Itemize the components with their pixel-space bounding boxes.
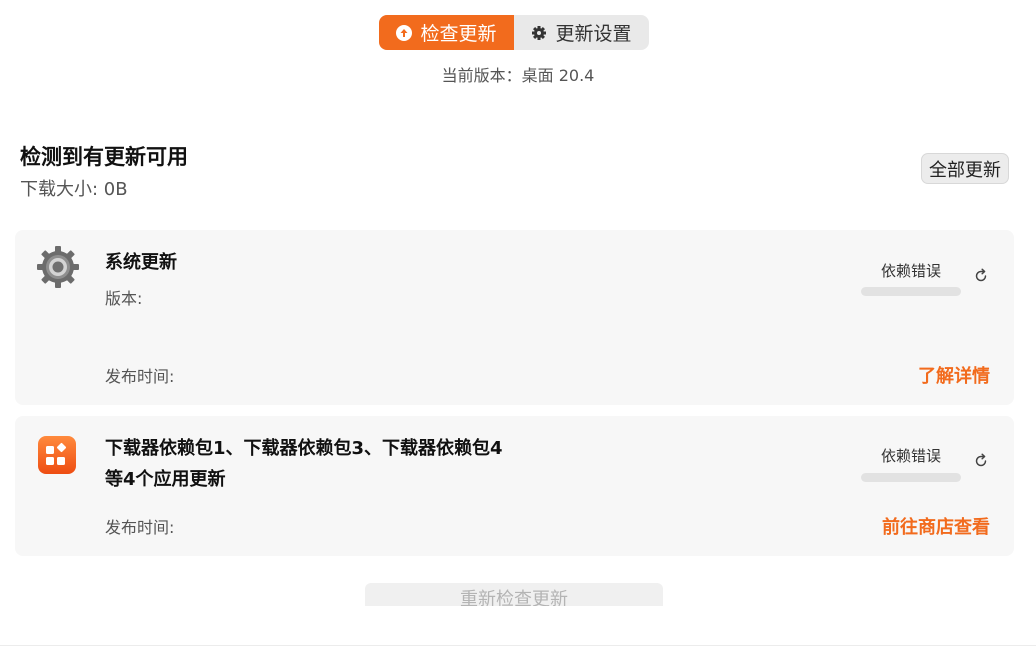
- download-size: 下载大小: 0B: [20, 179, 128, 200]
- learn-more-link[interactable]: 了解详情: [918, 362, 990, 388]
- update-item-apps: 下载器依赖包1、下载器依赖包3、下载器依赖包4等4个应用更新 发布时间: 依赖错…: [15, 416, 1014, 556]
- open-store-link[interactable]: 前往商店查看: [882, 513, 990, 539]
- update-item-status: 依赖错误: [880, 262, 941, 280]
- recheck-update-button[interactable]: 重新检查更新: [365, 583, 663, 606]
- settings-gear-icon: [36, 245, 80, 289]
- update-item-title: 系统更新: [105, 252, 177, 273]
- arrow-up-circle-icon: [396, 24, 413, 41]
- tab-switcher: 检查更新 更新设置: [379, 15, 649, 50]
- current-version: 当前版本：桌面 20.4: [441, 66, 595, 85]
- app-store-icon: [38, 436, 76, 474]
- update-item-release-date: 发布时间:: [105, 367, 175, 386]
- tab-update-settings-label: 更新设置: [555, 23, 632, 45]
- update-item-release-date: 发布时间:: [105, 518, 175, 537]
- update-item-progress: [861, 287, 961, 296]
- update-item-version: 版本:: [105, 289, 143, 308]
- update-item-title: 下载器依赖包1、下载器依赖包3、下载器依赖包4等4个应用更新: [105, 438, 503, 490]
- retry-icon[interactable]: [973, 453, 989, 469]
- update-all-button[interactable]: 全部更新: [921, 153, 1009, 184]
- retry-icon[interactable]: [973, 268, 989, 284]
- tab-check-update-label: 检查更新: [420, 23, 497, 45]
- gear-icon: [532, 25, 547, 40]
- update-item-progress: [861, 473, 961, 482]
- divider: [0, 645, 1036, 646]
- update-item-system: 系统更新 版本: 发布时间: 依赖错误 了解详情: [15, 230, 1014, 405]
- update-item-status: 依赖错误: [880, 447, 941, 465]
- tab-check-update[interactable]: 检查更新: [379, 15, 514, 50]
- tab-update-settings[interactable]: 更新设置: [514, 15, 649, 50]
- update-available-title: 检测到有更新可用: [20, 145, 188, 169]
